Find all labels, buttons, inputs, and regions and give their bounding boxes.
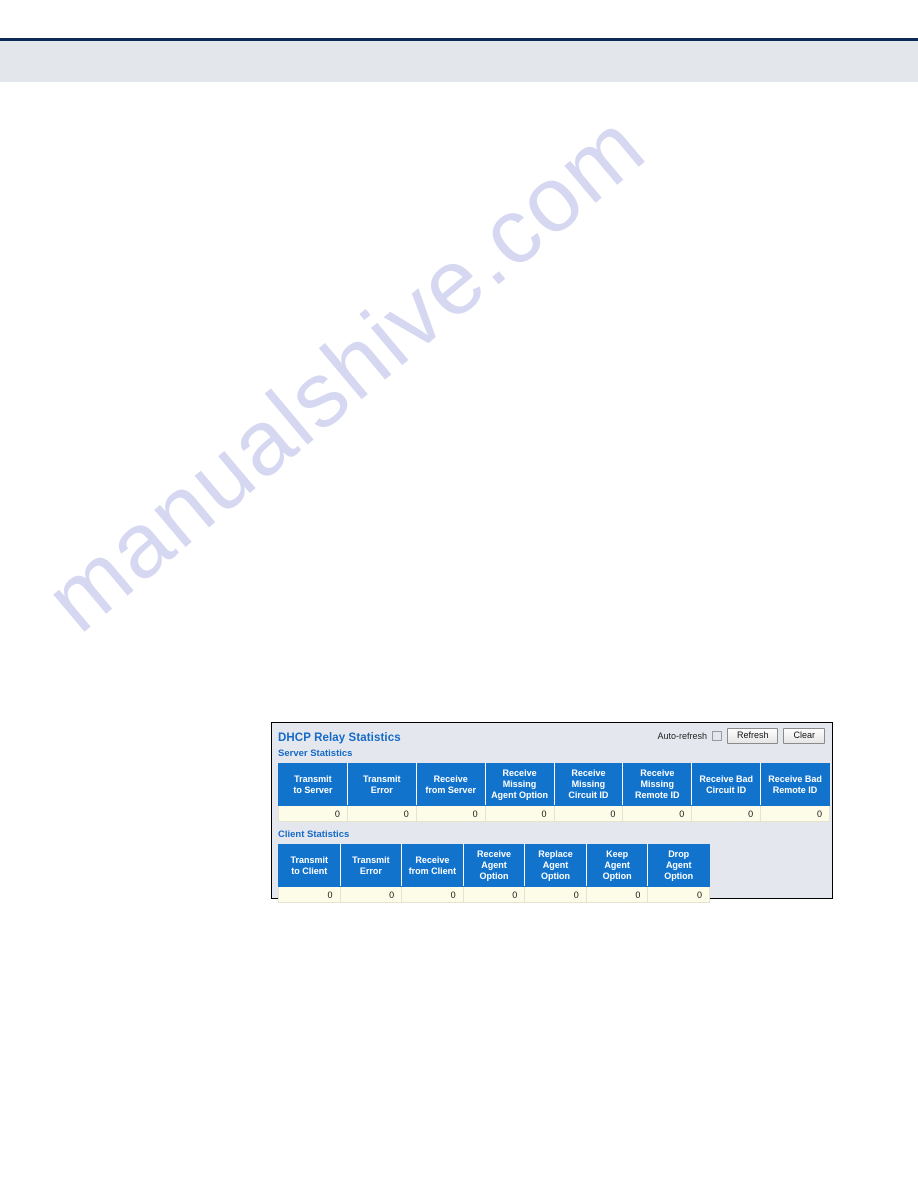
column-header-replace-agent-option: Replace Agent Option [524, 844, 587, 887]
value-transmit-to-server: 0 [278, 805, 348, 822]
header-line-2: Agent Option [541, 860, 571, 881]
table-header-row: Transmit to Server Transmit Error Receiv… [278, 763, 830, 806]
value-receive-bad-remote-id: 0 [760, 805, 830, 822]
column-header-transmit-error: Transmit Error [339, 844, 403, 887]
table-row: 0 0 0 0 0 0 0 [278, 886, 710, 903]
value-receive-from-server: 0 [415, 805, 486, 822]
value-drop-agent-option: 0 [647, 886, 710, 903]
column-header-receive-missing-agent-option: Receive Missing Agent Option [484, 763, 555, 806]
value-receive-missing-circuit-id: 0 [553, 805, 624, 822]
header-line-2: Circuit ID [706, 784, 747, 795]
column-header-receive-agent-option: Receive Agent Option [462, 844, 526, 887]
value-replace-agent-option: 0 [524, 886, 587, 903]
auto-refresh-checkbox[interactable] [711, 731, 722, 741]
value-receive-missing-remote-id: 0 [622, 805, 693, 822]
header-line-1: Keep [606, 849, 629, 859]
page-title: DHCP Relay Statistics [278, 732, 401, 744]
header-line-1: Transmit [290, 854, 329, 865]
value-transmit-to-client: 0 [278, 886, 341, 903]
header-line-1: Receive Bad [768, 773, 822, 784]
header-line-2: Agent Option [479, 860, 509, 881]
refresh-button[interactable]: Refresh [726, 728, 779, 744]
value-receive-from-client: 0 [401, 886, 464, 903]
column-header-receive-missing-circuit-id: Receive Missing Circuit ID [553, 763, 624, 806]
server-statistics-heading: Server Statistics [278, 748, 353, 759]
dhcp-relay-statistics-panel: DHCP Relay Statistics Auto-refresh Refre… [271, 722, 833, 903]
header-line-2: Remote ID [772, 784, 818, 795]
header-line-1: Receive [415, 854, 450, 865]
column-header-transmit-error: Transmit Error [346, 763, 417, 806]
header-line-2: Agent Option [602, 860, 632, 881]
client-statistics-table: Transmit to Client Transmit Error Receiv… [278, 844, 710, 903]
column-header-transmit-to-server: Transmit to Server [278, 763, 348, 806]
clear-button[interactable]: Clear [783, 728, 825, 744]
column-header-keep-agent-option: Keep Agent Option [585, 844, 649, 887]
header-line-1: Receive [433, 773, 468, 784]
header-line-1: Transmit [352, 854, 390, 865]
auto-refresh-label: Auto-refresh [657, 731, 707, 741]
column-header-receive-bad-circuit-id: Receive Bad Circuit ID [691, 763, 762, 806]
header-line-2: to Server [293, 784, 333, 795]
panel-controls: Auto-refresh Refresh Clear [657, 728, 825, 744]
panel-header-row: DHCP Relay Statistics Auto-refresh Refre… [272, 723, 832, 745]
value-keep-agent-option: 0 [585, 886, 649, 903]
column-header-receive-from-client: Receive from Client [401, 844, 464, 887]
value-receive-bad-circuit-id: 0 [691, 805, 762, 822]
header-line-2: Agent Option [491, 790, 549, 800]
header-line-2: from Client [408, 865, 457, 876]
table-row: 0 0 0 0 0 0 0 0 [278, 805, 830, 822]
column-header-drop-agent-option: Drop Agent Option [647, 844, 710, 887]
header-line-2: Agent Option [664, 860, 694, 881]
value-transmit-error: 0 [339, 886, 403, 903]
header-line-1: Replace [538, 849, 573, 859]
server-statistics-table: Transmit to Server Transmit Error Receiv… [278, 763, 830, 822]
table-header-row: Transmit to Client Transmit Error Receiv… [278, 844, 710, 887]
header-line-2: from Server [425, 784, 476, 795]
header-line-2: to Client [291, 865, 328, 876]
column-header-receive-from-server: Receive from Server [415, 763, 486, 806]
value-receive-agent-option: 0 [462, 886, 526, 903]
watermark-text: manualshive.com [26, 93, 664, 652]
header-line-2: Circuit ID [568, 790, 609, 800]
header-line-1: Receive [476, 849, 511, 859]
client-statistics-heading: Client Statistics [278, 829, 350, 840]
value-transmit-error: 0 [346, 805, 417, 822]
header-line-1: Receive Bad [699, 773, 753, 784]
column-header-receive-missing-remote-id: Receive Missing Remote ID [622, 763, 693, 806]
value-receive-missing-agent-option: 0 [484, 805, 555, 822]
header-line-1: Drop [668, 849, 690, 859]
header-line-1: Receive Missing [640, 768, 675, 789]
column-header-transmit-to-client: Transmit to Client [278, 844, 341, 887]
header-line-1: Receive Missing [571, 768, 606, 789]
header-line-1: Transmit [363, 773, 401, 784]
header-line-2: Remote ID [635, 790, 680, 800]
watermark: manualshive.com [0, 0, 918, 1188]
header-line-1: Receive Missing [502, 768, 537, 789]
page-top-band [0, 41, 918, 82]
header-line-2: Error [359, 865, 382, 876]
header-line-1: Transmit [294, 773, 332, 784]
header-line-2: Error [370, 784, 393, 795]
column-header-receive-bad-remote-id: Receive Bad Remote ID [760, 763, 830, 806]
